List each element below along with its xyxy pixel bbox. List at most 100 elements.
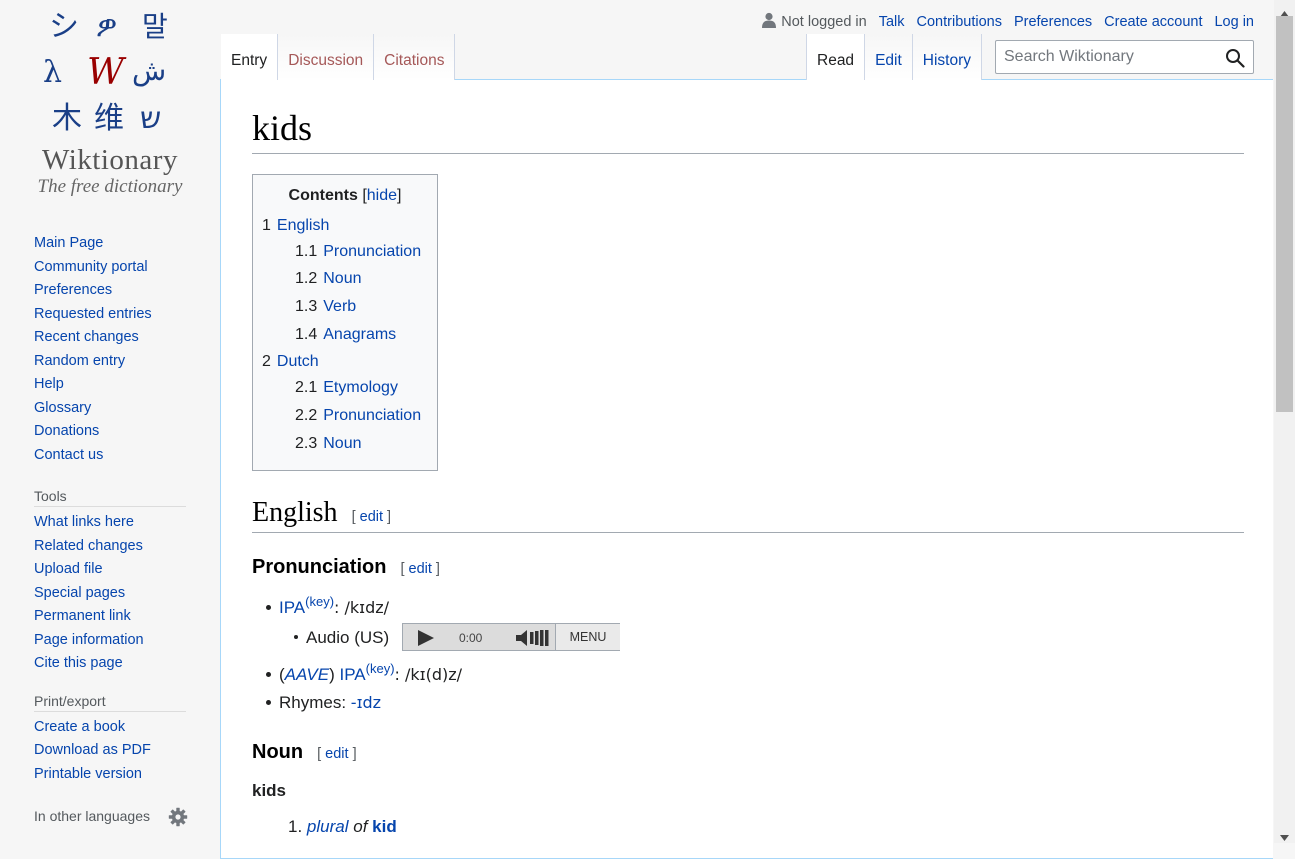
nav-preferences[interactable]: Preferences bbox=[34, 279, 220, 303]
toc-text[interactable]: Noun bbox=[323, 435, 361, 452]
toc-text[interactable]: Dutch bbox=[277, 353, 319, 370]
tab-history[interactable]: History bbox=[912, 34, 983, 80]
search-input[interactable] bbox=[996, 41, 1216, 73]
audio-menu-button[interactable]: MENU bbox=[555, 624, 620, 650]
ipa-link[interactable]: IPA bbox=[279, 598, 305, 617]
toc-text[interactable]: Pronunciation bbox=[323, 243, 421, 260]
tools-special-pages[interactable]: Special pages bbox=[34, 582, 220, 606]
pronunciation-edit-section[interactable]: [ edit ] bbox=[400, 561, 440, 577]
logo-glyph-1: シ bbox=[49, 9, 79, 44]
tab-citations[interactable]: Citations bbox=[374, 34, 456, 80]
toc-text[interactable]: Etymology bbox=[323, 379, 398, 396]
toc-item-2-2[interactable]: 2.2 Pronunciation bbox=[295, 407, 421, 425]
logo-glyph-4: λ bbox=[43, 55, 62, 90]
print-printable-version[interactable]: Printable version bbox=[34, 763, 220, 787]
tab-discussion[interactable]: Discussion bbox=[278, 34, 375, 80]
of-text: of bbox=[353, 817, 368, 836]
nav-main-page[interactable]: Main Page bbox=[34, 232, 220, 256]
nav-requested-entries[interactable]: Requested entries bbox=[34, 303, 220, 327]
namespace-tabs: Entry Discussion Citations bbox=[221, 34, 456, 80]
talk-link[interactable]: Talk bbox=[879, 14, 905, 30]
tools-cite-this-page[interactable]: Cite this page bbox=[34, 652, 220, 676]
nav-random-entry[interactable]: Random entry bbox=[34, 350, 220, 374]
scroll-down-arrow-icon[interactable] bbox=[1280, 828, 1289, 846]
volume-icon[interactable] bbox=[515, 628, 551, 651]
aave-link[interactable]: AAVE bbox=[285, 665, 329, 684]
toc-text[interactable]: English bbox=[277, 217, 329, 234]
print-download-pdf[interactable]: Download as PDF bbox=[34, 739, 220, 763]
tools-page-information[interactable]: Page information bbox=[34, 629, 220, 653]
toc-text[interactable]: Pronunciation bbox=[323, 407, 421, 424]
search-icon[interactable] bbox=[1225, 48, 1245, 73]
logo-glyphs: シ ዎ 말 λ W ش 木 维 ש bbox=[43, 9, 168, 136]
edit-link[interactable]: edit bbox=[409, 561, 432, 577]
plural-link[interactable]: plural bbox=[307, 817, 349, 836]
toc-item-1-4[interactable]: 1.4 Anagrams bbox=[295, 326, 396, 344]
bullet-dot bbox=[294, 635, 298, 640]
toc-hide-toggle[interactable]: [hide] bbox=[362, 187, 401, 204]
audio-player: 0:00 MENU bbox=[402, 623, 620, 651]
toc-item-1-2[interactable]: 1.2 Noun bbox=[295, 270, 362, 288]
tab-entry[interactable]: Entry bbox=[221, 34, 279, 80]
ipa-link[interactable]: IPA bbox=[340, 665, 366, 684]
logo-glyph-2: ዎ bbox=[96, 9, 117, 44]
ipa-key-link[interactable]: (key) bbox=[305, 594, 334, 609]
nav-help[interactable]: Help bbox=[34, 373, 220, 397]
tools-permanent-link[interactable]: Permanent link bbox=[34, 605, 220, 629]
noun-edit-section[interactable]: [ edit ] bbox=[317, 746, 357, 762]
ipa-transcription: : /kɪdz/ bbox=[334, 598, 390, 617]
toc-num: 2.3 bbox=[295, 435, 318, 452]
toc-item-1-1[interactable]: 1.1 Pronunciation bbox=[295, 243, 421, 261]
toc-hide-link[interactable]: hide bbox=[367, 187, 397, 204]
section-heading-english: English [ edit ] bbox=[252, 496, 1244, 533]
log-in-link[interactable]: Log in bbox=[1214, 14, 1254, 30]
rhymes-item: Rhymes: -ɪdz bbox=[266, 693, 381, 713]
toc-num: 1.1 bbox=[295, 243, 318, 260]
tools-related-changes[interactable]: Related changes bbox=[34, 535, 220, 559]
toc-item-2-1[interactable]: 2.1 Etymology bbox=[295, 379, 398, 397]
preferences-link[interactable]: Preferences bbox=[1014, 14, 1092, 30]
nav-recent-changes[interactable]: Recent changes bbox=[34, 326, 220, 350]
logo-glyph-5: W bbox=[87, 52, 127, 93]
kid-link[interactable]: kid bbox=[372, 817, 397, 836]
edit-link[interactable]: edit bbox=[325, 746, 348, 762]
toc-text[interactable]: Verb bbox=[323, 298, 356, 315]
toc-item-1-3[interactable]: 1.3 Verb bbox=[295, 298, 356, 316]
tools-upload-file[interactable]: Upload file bbox=[34, 558, 220, 582]
scrollbar[interactable] bbox=[1274, 0, 1295, 843]
table-of-contents: Contents [hide] 1 English 1.1 Pronunciatio… bbox=[252, 174, 438, 471]
play-icon[interactable] bbox=[415, 629, 437, 650]
print-create-book[interactable]: Create a book bbox=[34, 716, 220, 740]
nav-glossary[interactable]: Glossary bbox=[34, 397, 220, 421]
gear-icon[interactable] bbox=[168, 807, 188, 833]
toc-item-1[interactable]: 1 English bbox=[262, 217, 329, 235]
toc-item-2[interactable]: 2 Dutch bbox=[262, 353, 319, 371]
languages-heading-label: In other languages bbox=[34, 808, 150, 824]
toc-text[interactable]: Noun bbox=[323, 270, 361, 287]
wiktionary-logo[interactable]: シ ዎ 말 λ W ش 木 维 ש Wiktionary The free di… bbox=[0, 0, 220, 215]
ipa-item-1: IPA(key): /kɪdz/ bbox=[266, 594, 389, 618]
nav-community-portal[interactable]: Community portal bbox=[34, 256, 220, 280]
print-export-heading[interactable]: Print/export bbox=[34, 690, 186, 712]
scrollbar-thumb[interactable] bbox=[1276, 16, 1293, 412]
nav-contact-us[interactable]: Contact us bbox=[34, 444, 220, 468]
contributions-link[interactable]: Contributions bbox=[917, 14, 1002, 30]
rhymes-label: Rhymes: bbox=[279, 693, 351, 712]
ipa-key-link[interactable]: (key) bbox=[366, 661, 395, 676]
tab-read[interactable]: Read bbox=[806, 34, 866, 80]
toc-item-2-3[interactable]: 2.3 Noun bbox=[295, 435, 362, 453]
nav-donations[interactable]: Donations bbox=[34, 420, 220, 444]
tab-edit[interactable]: Edit bbox=[865, 34, 913, 80]
audio-time: 0:00 bbox=[459, 631, 483, 645]
create-account-link[interactable]: Create account bbox=[1104, 14, 1202, 30]
edit-link[interactable]: edit bbox=[360, 509, 383, 525]
tools-portal: What links here Related changes Upload f… bbox=[34, 511, 220, 676]
toc-text[interactable]: Anagrams bbox=[323, 326, 396, 343]
tools-what-links-here[interactable]: What links here bbox=[34, 511, 220, 535]
headword: kids bbox=[252, 781, 287, 800]
tools-heading[interactable]: Tools bbox=[34, 485, 186, 507]
english-edit-section[interactable]: [ edit ] bbox=[352, 509, 392, 525]
toc-num: 1.4 bbox=[295, 326, 318, 343]
rhymes-link[interactable]: -ɪdz bbox=[351, 693, 381, 712]
audio-item: Audio (US) bbox=[294, 628, 389, 648]
